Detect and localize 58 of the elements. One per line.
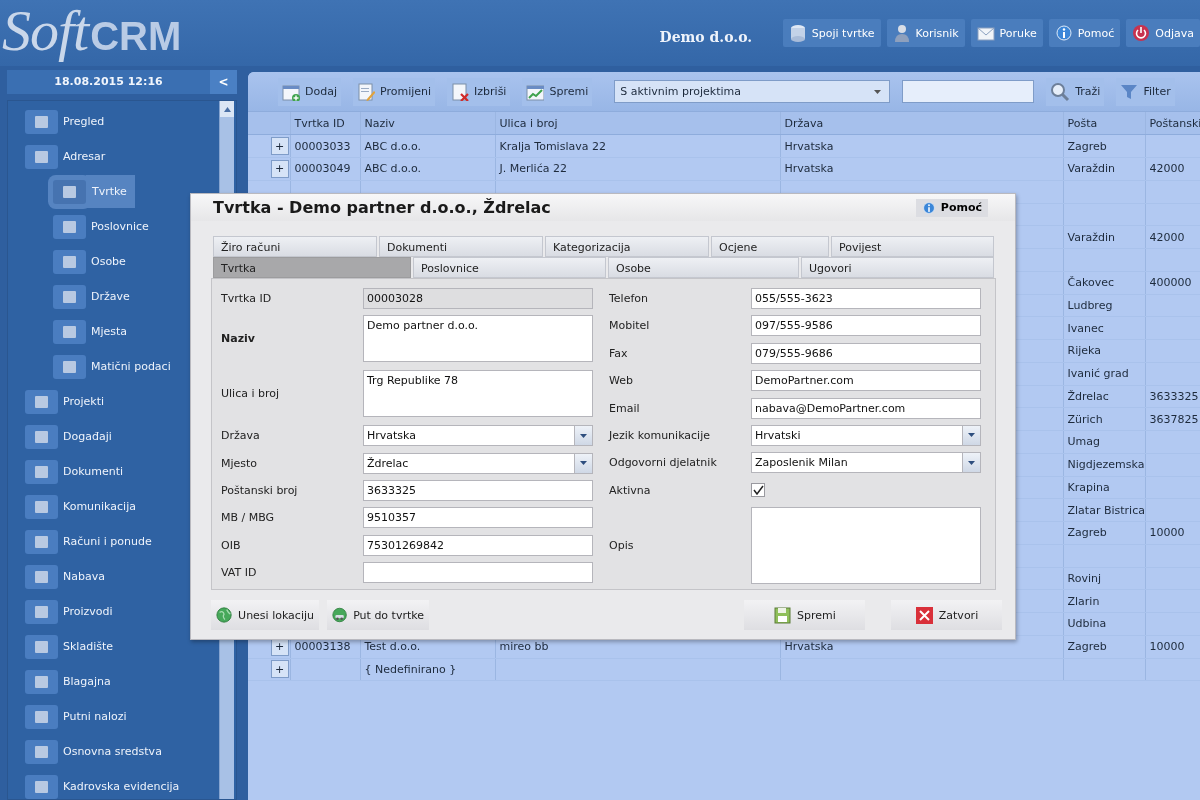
table-cell: 00003033 [290,134,360,158]
field-label: Ulica i broj [221,387,281,401]
field-label: Fax [609,346,629,360]
dialog-title: Tvrtka - Demo partner d.o.o., Ždrelac [213,198,551,217]
table-cell: Ivanec [1063,316,1145,340]
field-label: Mobitel [609,319,651,333]
table-cell: Zlatar Bistrica [1063,498,1145,522]
field-label: Poštanski broj [221,483,299,497]
field-label: Web [609,374,634,388]
field-label: OIB [221,538,242,552]
table-cell: 42000 [1145,157,1200,181]
table-cell: Hrvatska [780,157,1063,181]
table-cell: Zagreb [1063,635,1145,658]
field-label: Tvrtka ID [221,292,273,305]
table-cell: Umag [1063,430,1145,454]
company-name: Demo d.o.o. [659,29,754,45]
field-label: VAT ID [221,566,258,580]
field-label: Opis [609,539,635,553]
table-cell: 400000 [1145,271,1200,294]
field-label: MB / MBG [221,511,276,525]
table-cell: Zagreb [1063,134,1145,158]
table-cell: ABC d.o.o. [360,157,495,181]
table-cell: Ivanić grad [1063,362,1145,385]
table-cell: Zürich [1063,407,1145,431]
logo-text: CRM [90,13,182,58]
table-cell: J. Merlića 22 [495,157,780,181]
table-cell: 10000 [1145,521,1200,545]
table-cell: Zagreb [1063,521,1145,545]
table-cell: Zlarin [1063,589,1145,613]
field-label: Email [609,401,641,415]
table-cell: Nigdjezemska [1063,453,1145,476]
table-cell: Rijeka [1063,339,1145,363]
field-label: Mjesto [221,456,259,470]
table-cell: Kralja Tomislava 22 [495,134,780,158]
field-label: Država [221,429,261,443]
table-cell: Varaždin [1063,157,1145,181]
table-cell: 3633325 [1145,385,1200,408]
date-time: 18.08.2015 12:16 [53,74,164,90]
table-cell: { Nedefinirano } [360,658,495,681]
table-cell: 42000 [1145,225,1200,249]
table-cell: Čakovec [1063,271,1145,294]
table-cell: Hrvatska [780,134,1063,158]
table-cell: 10000 [1145,635,1200,658]
field-label: Naziv [221,332,256,346]
table-cell: Ludbreg [1063,294,1145,317]
field-label: Aktivna [609,483,652,497]
table-cell: Varaždin [1063,225,1145,249]
table-cell: Udbina [1063,612,1145,636]
table-cell: Krapina [1063,476,1145,499]
field-label: Odgovorni djelatnik [609,456,718,470]
field-label: Jezik komunikacije [609,428,711,442]
table-cell: 00003049 [290,157,360,181]
table-cell: ABC d.o.o. [360,134,495,158]
table-cell: Ždrelac [1063,385,1145,408]
logo-text: Soft [2,0,89,64]
field-label: Telefon [609,292,649,305]
table-cell: Rovinj [1063,567,1145,590]
table-cell: 3637825 [1145,407,1200,431]
